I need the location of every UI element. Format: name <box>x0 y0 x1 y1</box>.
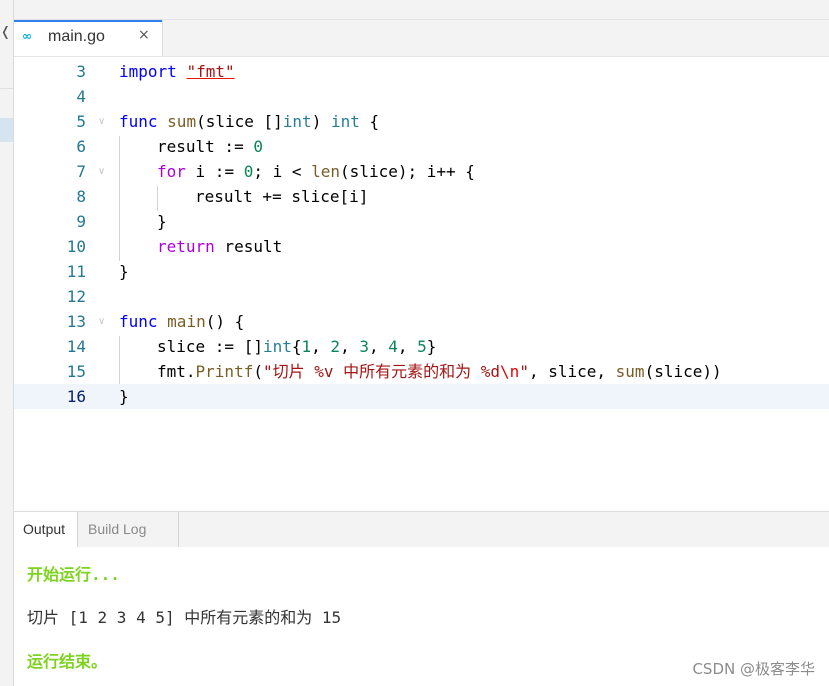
code-text: func sum(slice []int) int { <box>119 112 380 131</box>
code-text: return result <box>157 237 283 256</box>
import-path: "fmt" <box>186 62 235 81</box>
code-line: 11 } <box>14 259 829 284</box>
output-result-line: 切片 [1 2 3 4 5] 中所有元素的和为 15 <box>27 608 342 627</box>
line-number: 11 <box>66 262 86 281</box>
code-text: slice := []int{1, 2, 3, 4, 5} <box>157 337 437 356</box>
code-line: 10 return result <box>14 234 829 259</box>
line-number: 14 <box>66 337 86 356</box>
code-line: 12 <box>14 284 829 309</box>
line-number: 9 <box>76 212 86 231</box>
line-number: 7 <box>76 162 86 181</box>
code-line: 6 result := 0 <box>14 134 829 159</box>
line-number: 3 <box>76 62 86 81</box>
code-text: for i := 0; i < len(slice); i++ { <box>157 162 475 181</box>
sidebar-divider <box>0 88 13 89</box>
panel-tab-bar: Output Build Log <box>14 511 829 548</box>
chevron-left-icon[interactable]: ❬ <box>0 26 11 40</box>
title-bar <box>14 0 829 20</box>
watermark: CSDN @极客李华 <box>692 660 815 678</box>
line-number: 5 <box>76 112 86 131</box>
line-number: 16 <box>66 387 86 406</box>
output-end-status: 运行结束。 <box>27 652 108 671</box>
line-number: 15 <box>66 362 86 381</box>
code-line: 5 ∨ func sum(slice []int) int { <box>14 109 829 134</box>
code-line: 15 fmt.Printf("切片 %v 中所有元素的和为 %d\n", sli… <box>14 359 829 384</box>
code-text: } <box>119 262 129 281</box>
code-text: } <box>157 212 167 231</box>
active-tab-accent <box>14 20 162 22</box>
code-line: 7 ∨ for i := 0; i < len(slice); i++ { <box>14 159 829 184</box>
line-number: 12 <box>66 287 86 306</box>
line-number: 8 <box>76 187 86 206</box>
code-line: 14 slice := []int{1, 2, 3, 4, 5} <box>14 334 829 359</box>
code-text: func main() { <box>119 312 245 331</box>
code-text: import "fmt" <box>119 62 235 81</box>
line-number: 13 <box>66 312 86 331</box>
tab-build-log[interactable]: Build Log <box>79 512 179 547</box>
fold-chevron-icon[interactable]: ∨ <box>98 309 105 334</box>
fold-chevron-icon[interactable]: ∨ <box>98 109 105 134</box>
code-line-current: 16 } <box>14 384 829 409</box>
code-line: 4 <box>14 84 829 109</box>
line-number: 6 <box>76 137 86 156</box>
go-file-icon: ∞ <box>22 29 32 43</box>
sidebar-selected-item[interactable] <box>0 118 13 142</box>
output-start-status: 开始运行... <box>27 565 120 584</box>
line-number: 4 <box>76 87 86 106</box>
line-number: 10 <box>66 237 86 256</box>
code-line: 13 ∨ func main() { <box>14 309 829 334</box>
code-line: 8 result += slice[i] <box>14 184 829 209</box>
tab-output[interactable]: Output <box>14 512 78 548</box>
editor-tab-bar: ∞ main.go × <box>14 20 829 57</box>
code-editor[interactable]: 3 import "fmt" 4 5 ∨ func sum(slice []in… <box>14 57 829 510</box>
code-line: 3 import "fmt" <box>14 59 829 84</box>
tab-filename: main.go <box>48 28 105 45</box>
code-line: 9 } <box>14 209 829 234</box>
sidebar-strip: ❬ <box>0 0 14 686</box>
tab-main-go[interactable]: ∞ main.go × <box>14 20 163 56</box>
code-text: result := 0 <box>157 137 263 156</box>
fold-chevron-icon[interactable]: ∨ <box>98 159 105 184</box>
code-text: } <box>119 387 129 406</box>
code-text: result += slice[i] <box>195 187 369 206</box>
close-icon[interactable]: × <box>138 27 150 43</box>
code-text: fmt.Printf("切片 %v 中所有元素的和为 %d\n", slice,… <box>157 362 722 381</box>
